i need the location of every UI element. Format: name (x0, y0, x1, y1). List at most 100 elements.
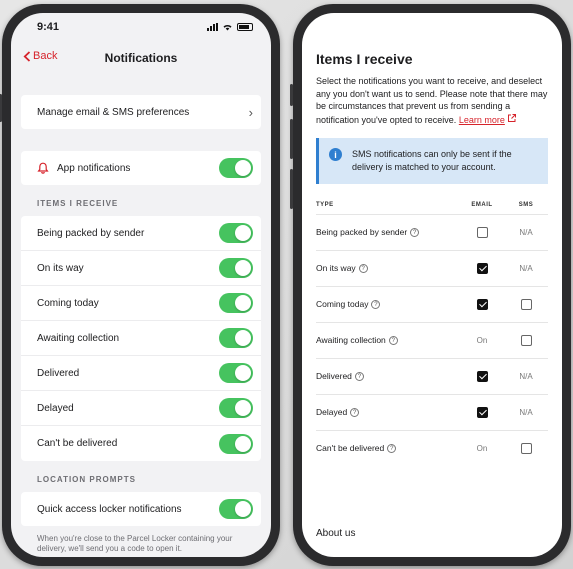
items-description: Select the notifications you want to rec… (316, 75, 548, 126)
checkbox-unchecked[interactable] (476, 226, 488, 238)
sms-info-banner: i SMS notifications can only be sent if … (316, 138, 548, 184)
table-body: Being packed by sender? N/A On its way? N/A… (316, 213, 548, 467)
status-value: On (476, 444, 488, 454)
item-toggle[interactable] (219, 223, 253, 243)
help-icon[interactable]: ? (387, 444, 397, 454)
side-button-3 (290, 169, 293, 209)
checkbox-cell (460, 357, 504, 395)
status-bar: 9:41 (11, 13, 271, 41)
type-cell: Delayed? (316, 393, 460, 431)
type-label: On its way (316, 262, 356, 273)
checkbox-cell (504, 321, 548, 359)
item-toggle[interactable] (219, 293, 253, 313)
about-us-link[interactable]: About us (316, 528, 355, 539)
item-label: Delayed (37, 402, 74, 414)
item-label: Being packed by sender (37, 227, 145, 239)
col-sms-header: SMS (518, 201, 534, 208)
learn-more-link[interactable]: Learn more (459, 115, 505, 125)
table-row: On its way? N/A (316, 249, 548, 287)
battery-icon (237, 23, 253, 31)
checkbox-unchecked[interactable] (520, 298, 532, 310)
type-label: Being packed by sender (316, 226, 408, 237)
col-email-header: EMAIL (471, 201, 493, 208)
status-value: N/A (519, 228, 533, 238)
checkbox-cell (460, 393, 504, 431)
side-button (0, 94, 2, 122)
phone-left: 9:41 Back Notifications Manage email & S… (0, 4, 280, 566)
item-row: Coming today (21, 286, 261, 321)
manage-prefs-row[interactable]: Manage email & SMS preferences › (21, 95, 261, 129)
app-notifications-toggle[interactable] (219, 158, 253, 178)
manage-prefs-label: Manage email & SMS preferences (37, 106, 190, 118)
item-row: On its way (21, 251, 261, 286)
item-toggle[interactable] (219, 433, 253, 454)
checkbox-checked[interactable] (476, 298, 488, 310)
back-label: Back (33, 50, 58, 62)
item-row: Delivered (21, 356, 261, 391)
value-cell: N/A (504, 213, 548, 251)
help-icon[interactable]: ? (410, 228, 420, 238)
item-label: Delivered (37, 367, 80, 379)
checkbox-checked[interactable] (476, 406, 488, 418)
locker-footer-text: When you're close to the Parcel Locker c… (37, 534, 233, 554)
manage-prefs-card: Manage email & SMS preferences › (21, 95, 261, 129)
value-cell: On (460, 321, 504, 359)
checkbox-cell (504, 285, 548, 323)
checkbox-checked[interactable] (476, 262, 488, 274)
help-icon[interactable]: ? (388, 336, 398, 346)
page-title: Notifications (104, 51, 178, 65)
wifi-icon (223, 24, 232, 31)
checkbox-checked[interactable] (476, 370, 488, 382)
value-cell: On (460, 429, 504, 467)
checkbox-unchecked[interactable] (520, 334, 532, 346)
item-label: Awaiting collection (37, 332, 120, 344)
type-cell: Awaiting collection? (316, 321, 460, 359)
status-value: N/A (519, 408, 533, 418)
back-button[interactable]: Back (23, 50, 57, 62)
items-title: Items I receive (316, 51, 413, 67)
checkbox-cell (460, 249, 504, 287)
status-value: N/A (519, 372, 533, 382)
phone-right: Items I receive Select the notifications… (290, 4, 571, 566)
locker-row: Quick access locker notifications (21, 492, 261, 526)
item-row: Delayed (21, 391, 261, 426)
signal-icon (207, 23, 218, 31)
side-button-1 (290, 84, 293, 106)
item-toggle[interactable] (219, 398, 253, 418)
app-notifications-label: App notifications (57, 162, 131, 174)
type-label: Delayed (316, 406, 348, 417)
type-label: Awaiting collection (316, 334, 386, 345)
checkbox-unchecked[interactable] (520, 442, 532, 454)
type-cell: On its way? (316, 249, 460, 287)
item-label: Coming today (37, 297, 99, 309)
value-cell: N/A (504, 249, 548, 287)
nav-bar: Back Notifications (11, 41, 271, 75)
checkbox-cell (460, 213, 504, 251)
location-card: Quick access locker notifications (21, 492, 261, 526)
item-label: On its way (37, 262, 84, 274)
app-notifications-left: App notifications (37, 162, 130, 174)
col-type-header: TYPE (316, 201, 334, 208)
item-toggle[interactable] (219, 258, 253, 278)
type-label: Delivered (316, 370, 352, 381)
bell-icon (37, 162, 49, 174)
help-icon[interactable]: ? (354, 372, 364, 382)
help-icon[interactable]: ? (358, 264, 368, 274)
item-toggle[interactable] (219, 328, 253, 348)
table-row: Can't be delivered? On (316, 429, 548, 467)
locker-toggle[interactable] (219, 499, 253, 519)
status-value: N/A (519, 264, 533, 274)
item-toggle[interactable] (219, 363, 253, 383)
side-button-2 (290, 119, 293, 159)
items-card: Being packed by sender On its way Coming t… (21, 216, 261, 461)
sms-info-text: SMS notifications can only be sent if th… (352, 149, 512, 172)
notification-table: TYPE EMAIL SMS Being packed by sender? N/… (316, 196, 548, 467)
chevron-right-icon: › (248, 104, 253, 120)
table-row: Awaiting collection? On (316, 321, 548, 359)
item-label: Can't be delivered (37, 438, 118, 449)
item-row: Being packed by sender (21, 216, 261, 251)
app-notifications-card: App notifications (21, 151, 261, 185)
help-icon[interactable]: ? (371, 300, 381, 310)
value-cell: N/A (504, 357, 548, 395)
help-icon[interactable]: ? (350, 408, 360, 418)
